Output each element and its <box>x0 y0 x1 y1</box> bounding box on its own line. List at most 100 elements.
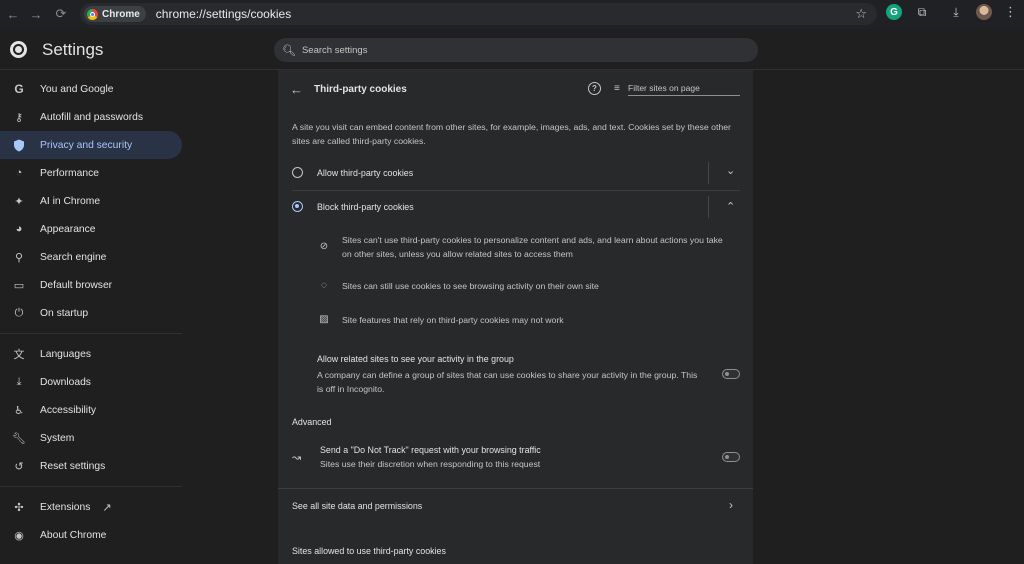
search-icon: ⚲ <box>14 251 24 264</box>
see-all-label: See all site data and permissions <box>292 501 423 511</box>
sidebar-item-label: Default browser <box>40 279 113 291</box>
sidebar-item-appearance[interactable]: ◕ Appearance <box>0 215 182 243</box>
vertical-divider <box>708 196 709 218</box>
sidebar-item-default-browser[interactable]: ▭ Default browser <box>0 271 182 299</box>
reset-icon: ↺ <box>14 460 24 473</box>
block-icon: ⊘ <box>319 240 329 252</box>
sidebar-item-label: System <box>40 432 75 444</box>
block-radio[interactable] <box>292 201 303 212</box>
reload-button[interactable]: ⟳ <box>50 3 72 25</box>
sidebar-item-label: Extensions <box>40 501 91 513</box>
sidebar-item-you-and-google[interactable]: G You and Google <box>0 75 182 103</box>
chevron-down-icon[interactable]: ⌄ <box>726 164 735 177</box>
help-icon[interactable]: ? <box>588 82 601 95</box>
sidebar-divider <box>0 333 182 334</box>
sidebar-item-label: You and Google <box>40 83 114 95</box>
allow-radio[interactable] <box>292 167 303 178</box>
sidebar-item-extensions[interactable]: ✣ Extensions ↗ <box>0 493 182 521</box>
filter-sites-input[interactable] <box>628 81 740 96</box>
chrome-icon: ◉ <box>14 529 24 542</box>
sidebar-item-label: Reset settings <box>40 460 106 472</box>
accessibility-icon: ♿︎ <box>14 404 24 417</box>
shield-icon <box>12 138 26 152</box>
back-button[interactable]: ← <box>2 3 24 25</box>
search-icon: 🔍︎ <box>282 44 296 57</box>
sidebar-divider <box>0 486 182 487</box>
sidebar-item-label: Languages <box>40 348 91 360</box>
sidebar-item-performance[interactable]: ◔ Performance <box>0 159 182 187</box>
speedometer-icon: ◔ <box>15 167 23 179</box>
sidebar-item-label: Appearance <box>40 223 96 235</box>
key-icon: ⚷ <box>14 111 24 124</box>
chrome-chip[interactable]: Chrome <box>84 6 146 22</box>
sidebar-item-privacy[interactable]: Privacy and security <box>0 131 182 159</box>
extensions-puzzle-icon[interactable]: ⧉ <box>914 4 930 20</box>
profile-avatar[interactable] <box>976 4 992 20</box>
chrome-logo-icon <box>87 8 98 20</box>
sidebar-item-languages[interactable]: 文 Languages <box>0 340 182 368</box>
related-sites-title: Allow related sites to see your activity… <box>317 354 514 364</box>
google-icon: G <box>14 82 24 96</box>
address-bar[interactable]: Chrome chrome://settings/cookies ☆ <box>80 3 877 25</box>
image-broken-icon: ▨ <box>319 313 329 325</box>
external-link-icon: ↗ <box>102 501 112 514</box>
cookie-icon: ◌ <box>321 279 327 291</box>
sidebar-item-label: Privacy and security <box>40 139 133 151</box>
url-text[interactable]: chrome://settings/cookies <box>156 7 291 21</box>
sidebar-item-label: Performance <box>40 167 99 179</box>
sidebar-item-accessibility[interactable]: ♿︎ Accessibility <box>0 396 182 424</box>
dnt-title: Send a "Do Not Track" request with your … <box>320 445 541 455</box>
see-all-site-data-row[interactable]: See all site data and permissions › <box>278 488 753 522</box>
sidebar-item-autofill[interactable]: ⚷ Autofill and passwords <box>0 103 182 131</box>
sidebar-item-downloads[interactable]: ⤓ Downloads <box>0 368 182 396</box>
page-title: Settings <box>42 40 104 59</box>
allow-label: Allow third-party cookies <box>317 168 414 178</box>
related-sites-description: A company can define a group of sites th… <box>317 370 698 394</box>
search-box[interactable]: 🔍︎ <box>274 38 758 62</box>
block-detail-text: Sites can still use cookies to see brows… <box>342 281 599 291</box>
sidebar-item-label: AI in Chrome <box>40 195 101 207</box>
block-cookies-option[interactable]: Block third-party cookies ⌃ <box>278 190 753 224</box>
chevron-up-icon[interactable]: ⌃ <box>726 200 735 213</box>
download-icon[interactable]: ⤓ <box>948 4 964 20</box>
sidebar-item-label: Accessibility <box>40 404 97 416</box>
browser-icon: ▭ <box>13 279 25 292</box>
search-input[interactable] <box>301 44 722 56</box>
allow-cookies-option[interactable]: Allow third-party cookies ⌄ <box>278 156 753 190</box>
sidebar-item-about-chrome[interactable]: ◉ About Chrome <box>0 521 182 549</box>
grammarly-extension-icon[interactable]: G <box>886 4 902 20</box>
palette-icon: ◕ <box>15 223 23 235</box>
sidebar-item-label: On startup <box>40 307 89 319</box>
sidebar-item-label: Search engine <box>40 251 107 263</box>
cookies-description: A site you visit can embed content from … <box>292 122 731 146</box>
sidebar-item-ai-in-chrome[interactable]: ✦ AI in Chrome <box>0 187 182 215</box>
menu-kebab-icon[interactable]: ⋮ <box>1004 4 1017 20</box>
download-icon: ⤓ <box>16 375 22 388</box>
back-arrow-icon[interactable]: ← <box>290 82 303 97</box>
chrome-chip-label: Chrome <box>102 8 140 20</box>
do-not-track-toggle[interactable] <box>722 452 740 462</box>
sidebar: G You and Google ⚷ Autofill and password… <box>0 75 182 549</box>
sidebar-item-reset-settings[interactable]: ↺ Reset settings <box>0 452 182 480</box>
sidebar-item-label: Downloads <box>40 376 91 388</box>
do-not-track-icon: ↝ <box>292 452 302 464</box>
forward-button[interactable]: → <box>25 3 47 25</box>
cookies-settings-card: ← Third-party cookies ? ≡ A site you vis… <box>278 70 753 564</box>
sparkle-icon: ✦ <box>14 195 24 208</box>
vertical-divider <box>708 162 709 184</box>
dnt-description: Sites use their discretion when respondi… <box>320 459 541 469</box>
subpage-title: Third-party cookies <box>314 84 407 95</box>
chevron-right-icon: › <box>729 498 733 512</box>
bookmark-star-icon[interactable]: ☆ <box>855 6 867 22</box>
sidebar-item-label: Autofill and passwords <box>40 111 144 123</box>
power-icon: ⏻ <box>14 306 24 319</box>
sidebar-item-on-startup[interactable]: ⏻ On startup <box>0 299 182 327</box>
browser-toolbar: ← → ⟳ Chrome chrome://settings/cookies ☆… <box>0 0 1024 29</box>
sidebar-item-search-engine[interactable]: ⚲ Search engine <box>0 243 182 271</box>
block-label: Block third-party cookies <box>317 202 414 212</box>
filter-icon: ≡ <box>614 83 620 94</box>
sidebar-item-system[interactable]: 🔧︎ System <box>0 424 182 452</box>
allowed-sites-heading: Sites allowed to use third-party cookies <box>292 546 446 556</box>
sidebar-item-label: About Chrome <box>40 529 107 541</box>
related-sites-toggle[interactable] <box>722 369 740 379</box>
